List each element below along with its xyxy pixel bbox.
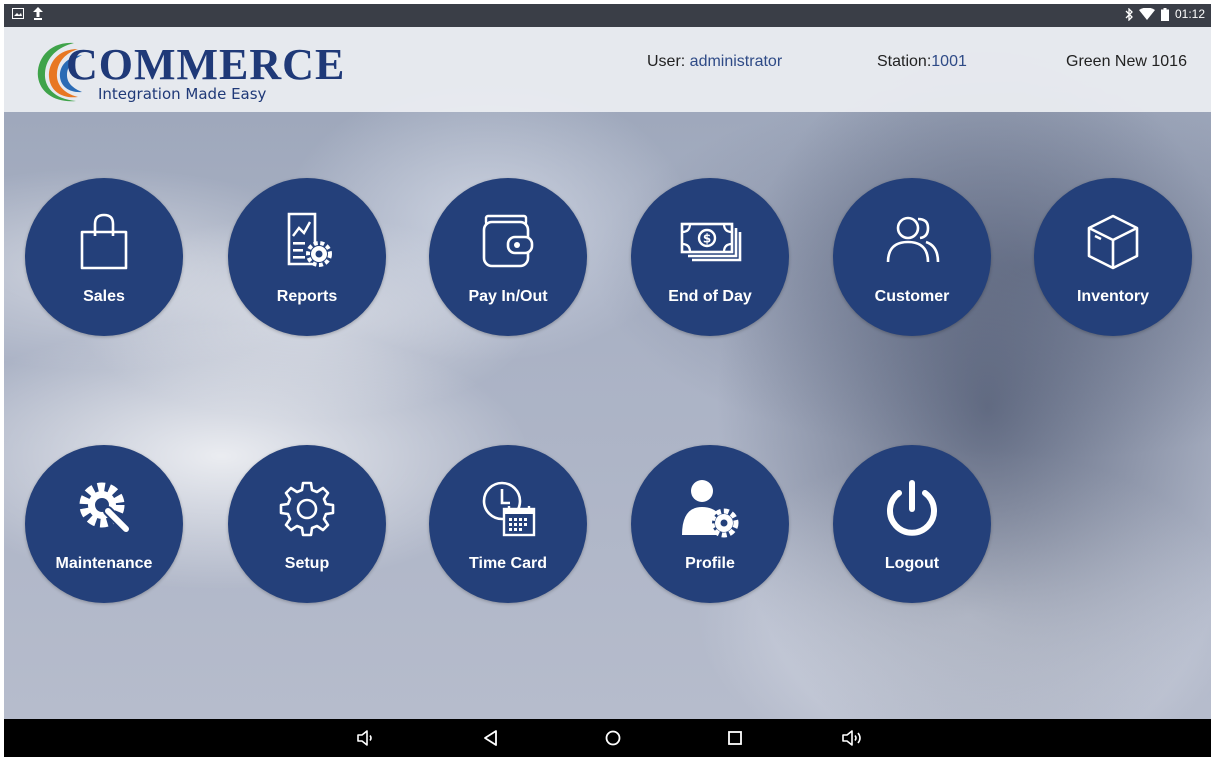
time-card-button[interactable]: Time Card	[429, 445, 587, 603]
volume-up-icon[interactable]	[842, 728, 864, 748]
back-icon[interactable]	[480, 728, 502, 748]
power-icon	[887, 480, 937, 536]
logout-button[interactable]: Logout	[833, 445, 991, 603]
maintenance-button[interactable]: Maintenance	[25, 445, 183, 603]
svg-text:$: $	[703, 232, 711, 246]
commerce-logo: COMMERCE Integration Made Easy	[32, 35, 372, 107]
status-bar: 01:12	[4, 4, 1211, 27]
image-notification-icon	[12, 8, 24, 19]
profile-button[interactable]: Profile	[631, 445, 789, 603]
tile-label: Inventory	[1076, 288, 1149, 305]
station-label: Station:	[877, 53, 932, 70]
customer-button[interactable]: Customer	[833, 178, 991, 336]
recents-icon[interactable]	[724, 728, 746, 748]
shopping-bag-icon	[80, 213, 128, 270]
home-icon[interactable]	[602, 728, 624, 748]
volume-down-icon[interactable]	[356, 728, 378, 748]
user-info: User: administrator	[647, 53, 782, 71]
users-icon	[886, 216, 940, 263]
app-header: COMMERCE Integration Made Easy User: adm…	[4, 27, 1211, 112]
reports-button[interactable]: Reports	[228, 178, 386, 336]
wallet-icon	[482, 214, 534, 268]
logo-word: COMMERCE	[66, 40, 346, 89]
setup-button[interactable]: Setup	[228, 445, 386, 603]
battery-icon	[1160, 7, 1169, 21]
tile-label: Setup	[284, 555, 330, 572]
station-value: 1001	[931, 53, 967, 70]
sales-button[interactable]: Sales	[25, 178, 183, 336]
tile-label: Pay In/Out	[468, 288, 548, 305]
cash-stack-icon: $	[680, 222, 742, 262]
tile-label: Sales	[83, 288, 125, 305]
logo-tagline: Integration Made Easy	[98, 85, 267, 103]
app-frame: 01:12 COMMERCE Integration Made Easy Use…	[4, 4, 1211, 757]
wrench-gear-icon	[79, 482, 131, 534]
inventory-button[interactable]: Inventory	[1034, 178, 1192, 336]
tile-label: Maintenance	[55, 555, 153, 572]
store-name: Green New 1016	[1066, 53, 1187, 70]
tile-label: Time Card	[469, 555, 547, 572]
pay-in-out-button[interactable]: Pay In/Out	[429, 178, 587, 336]
tile-label: Customer	[874, 288, 950, 305]
status-time: 01:12	[1174, 7, 1205, 21]
report-gear-icon	[287, 212, 332, 267]
wifi-icon	[1138, 8, 1155, 20]
tile-label: Reports	[276, 288, 338, 305]
box-icon	[1087, 214, 1139, 270]
user-value: administrator	[689, 53, 783, 70]
bluetooth-icon	[1125, 7, 1133, 21]
tile-label: Profile	[685, 555, 735, 572]
end-of-day-button[interactable]: $ End of Day	[631, 178, 789, 336]
upload-icon	[33, 7, 43, 20]
tile-label: Logout	[884, 555, 940, 572]
clock-calendar-icon	[482, 481, 536, 537]
gear-icon	[279, 481, 335, 537]
user-gear-icon	[682, 480, 739, 538]
background-shopper	[714, 27, 1211, 719]
android-nav-bar	[4, 719, 1211, 757]
tile-label: End of Day	[668, 288, 752, 305]
user-label: User:	[647, 53, 690, 70]
station-info: Station:1001	[877, 53, 967, 71]
